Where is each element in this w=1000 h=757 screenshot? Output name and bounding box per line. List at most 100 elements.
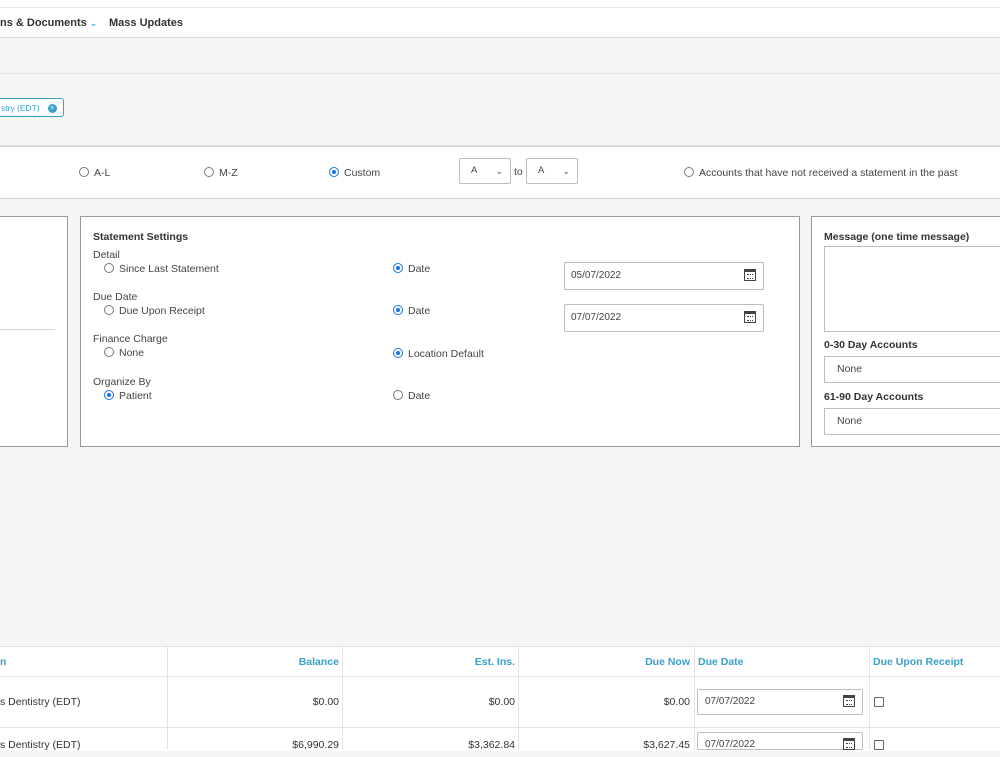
- cell-balance: $6,990.29: [292, 739, 339, 751]
- row-divider: [0, 676, 1000, 677]
- radio-label: Accounts that have not received a statem…: [699, 167, 958, 179]
- select-value: A: [471, 165, 478, 176]
- filter-chip-band: [0, 74, 1000, 146]
- cell-due-now: $0.00: [663, 696, 690, 708]
- cell-est-ins: $3,362.84: [468, 739, 515, 751]
- range-to-label: to: [514, 166, 523, 178]
- radio-m-z[interactable]: M-Z: [204, 167, 238, 179]
- radio-selected-icon: [104, 390, 114, 400]
- cell-est-ins: $0.00: [488, 696, 515, 708]
- radio-selected-icon: [393, 305, 403, 315]
- close-circle-icon[interactable]: ×: [47, 104, 57, 114]
- radio-label: Date: [408, 305, 431, 317]
- message-title: Message (one time message): [824, 231, 970, 243]
- nav-item-forms-documents[interactable]: ns & Documents ⌄: [0, 17, 97, 29]
- calendar-icon[interactable]: [843, 738, 855, 750]
- radio-icon: [104, 263, 114, 273]
- cell-due-date-input[interactable]: 07/07/2022: [697, 732, 863, 750]
- chip-label: stry (EDT): [1, 103, 40, 113]
- divider: [0, 329, 55, 330]
- column-header-balance[interactable]: Balance: [239, 656, 339, 668]
- radio-selected-icon: [329, 167, 339, 177]
- detail-date-radio[interactable]: Date: [393, 263, 430, 275]
- location-filter-chip[interactable]: stry (EDT) ×: [0, 98, 64, 117]
- cell-balance: $0.00: [312, 696, 339, 708]
- accounts-0-30-select[interactable]: None: [824, 356, 1000, 383]
- accounts-61-90-select[interactable]: None: [824, 408, 1000, 435]
- header-band: [0, 38, 1000, 74]
- organize-patient-radio[interactable]: Patient: [104, 390, 152, 402]
- cell-due-now: $3,627.45: [643, 739, 690, 751]
- nav-item-label: ns & Documents: [0, 17, 87, 29]
- radio-icon: [204, 167, 214, 177]
- accounts-61-90-label: 61-90 Day Accounts: [824, 391, 924, 403]
- radio-icon: [79, 167, 89, 177]
- organize-by-label: Organize By: [93, 376, 151, 388]
- accounts-0-30-label: 0-30 Day Accounts: [824, 339, 918, 351]
- row-divider: [0, 727, 1000, 728]
- detail-date-input[interactable]: 05/07/2022: [564, 262, 764, 290]
- column-divider: [694, 646, 695, 750]
- column-header-due-now[interactable]: Due Now: [590, 656, 690, 668]
- column-divider: [869, 646, 870, 750]
- chevron-down-icon: ⌄: [562, 166, 570, 176]
- radio-icon: [684, 167, 694, 177]
- radio-selected-icon: [393, 263, 403, 273]
- radio-label: Location Default: [408, 348, 484, 360]
- due-upon-receipt-checkbox[interactable]: [874, 740, 884, 750]
- radio-icon: [393, 390, 403, 400]
- radio-icon: [104, 347, 114, 357]
- radio-label: A-L: [94, 167, 111, 179]
- chevron-down-icon: ⌄: [89, 18, 98, 28]
- cell-location: s Dentistry (EDT): [0, 696, 81, 708]
- due-upon-receipt-radio[interactable]: Due Upon Receipt: [104, 305, 205, 317]
- due-upon-receipt-checkbox[interactable]: [874, 697, 884, 707]
- radio-label: None: [119, 347, 145, 359]
- due-date-input[interactable]: 07/07/2022: [564, 304, 764, 332]
- date-value: 07/07/2022: [571, 312, 622, 323]
- column-header-est-ins[interactable]: Est. Ins.: [415, 656, 515, 668]
- column-header-location[interactable]: n: [0, 656, 6, 668]
- cell-location: s Dentistry (EDT): [0, 739, 81, 751]
- radio-label: Custom: [344, 167, 381, 179]
- left-panel: [0, 216, 68, 447]
- due-date-label: Due Date: [93, 291, 138, 303]
- range-from-select[interactable]: A ⌄: [459, 158, 511, 184]
- radio-icon: [104, 305, 114, 315]
- nav-item-mass-updates[interactable]: Mass Updates: [109, 17, 183, 29]
- message-textarea[interactable]: [824, 246, 1000, 332]
- top-strip: [0, 0, 1000, 7]
- radio-label: Date: [408, 263, 431, 275]
- column-header-due-date[interactable]: Due Date: [698, 656, 744, 668]
- detail-since-last-radio[interactable]: Since Last Statement: [104, 263, 219, 275]
- radio-label: Patient: [119, 390, 152, 402]
- date-value: 07/07/2022: [705, 739, 756, 750]
- radio-no-statement[interactable]: Accounts that have not received a statem…: [684, 167, 958, 179]
- radio-custom[interactable]: Custom: [329, 167, 380, 179]
- date-value: 05/07/2022: [571, 270, 622, 281]
- radio-label: Since Last Statement: [119, 263, 219, 275]
- statement-settings-title: Statement Settings: [93, 231, 189, 243]
- calendar-icon[interactable]: [843, 695, 855, 707]
- organize-date-radio[interactable]: Date: [393, 390, 430, 402]
- calendar-icon[interactable]: [744, 269, 756, 281]
- date-value: 07/07/2022: [705, 696, 756, 707]
- column-divider: [342, 646, 343, 750]
- select-value: A: [538, 165, 545, 176]
- radio-label: Date: [408, 390, 431, 402]
- radio-selected-icon: [393, 348, 403, 358]
- radio-label: M-Z: [219, 167, 238, 179]
- calendar-icon[interactable]: [744, 311, 756, 323]
- finance-none-radio[interactable]: None: [104, 347, 144, 359]
- finance-charge-label: Finance Charge: [93, 333, 168, 345]
- column-divider: [167, 646, 168, 750]
- chevron-down-icon: ⌄: [495, 166, 503, 176]
- detail-label: Detail: [93, 249, 120, 261]
- range-to-select[interactable]: A ⌄: [526, 158, 578, 184]
- cell-due-date-input[interactable]: 07/07/2022: [697, 689, 863, 715]
- column-divider: [518, 646, 519, 750]
- column-header-due-upon-receipt[interactable]: Due Upon Receipt: [873, 656, 963, 668]
- radio-a-l[interactable]: A-L: [79, 167, 110, 179]
- finance-location-default-radio[interactable]: Location Default: [393, 348, 484, 360]
- due-date-radio[interactable]: Date: [393, 305, 430, 317]
